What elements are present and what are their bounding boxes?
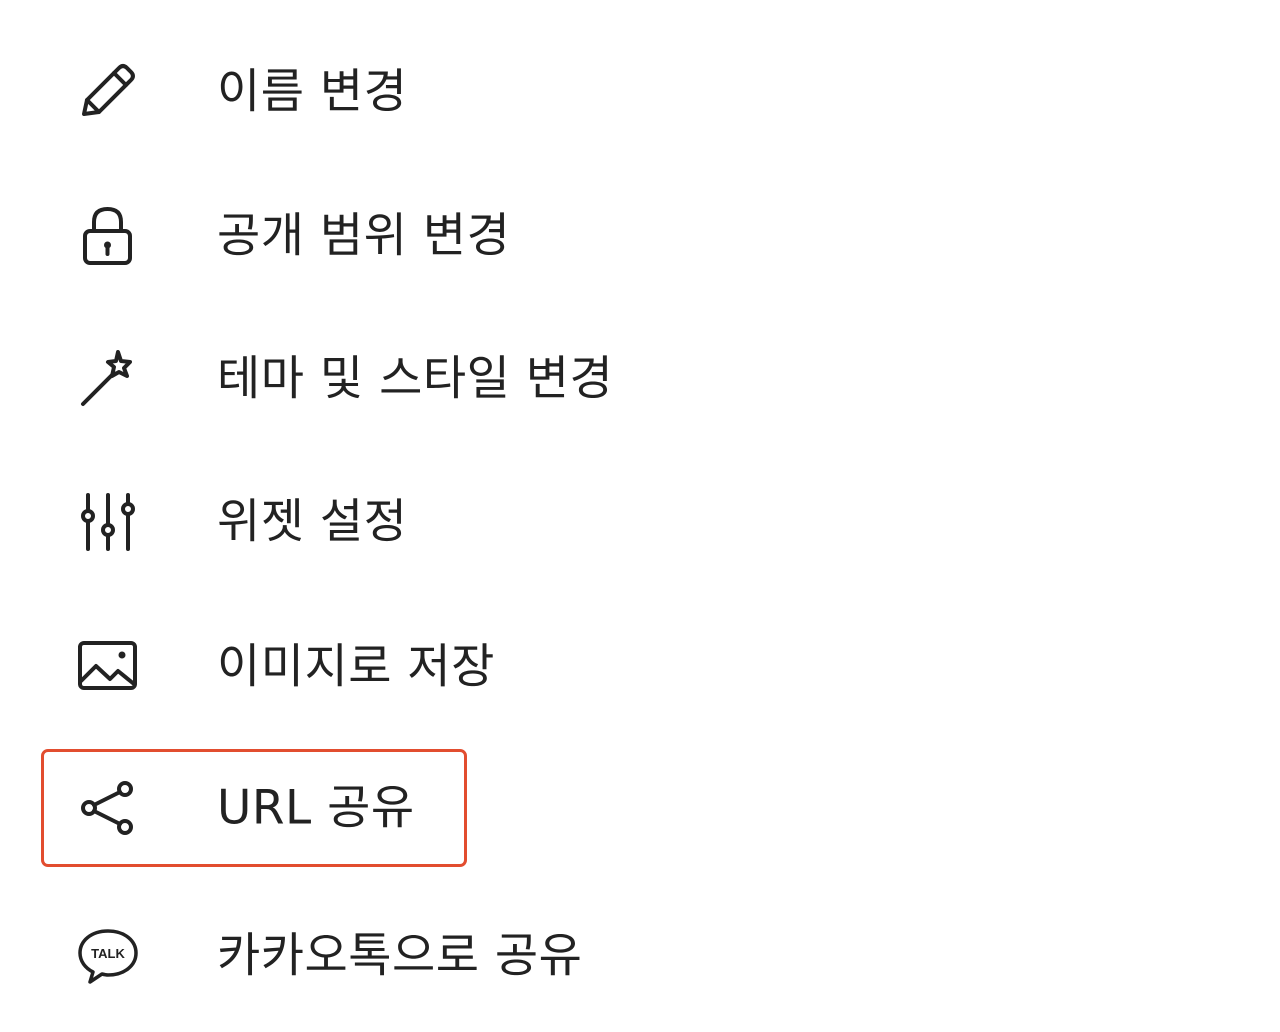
menu-item-rename[interactable]: 이름 변경 bbox=[0, 42, 1280, 142]
kakaotalk-icon: TALK bbox=[74, 925, 142, 987]
svg-text:TALK: TALK bbox=[91, 946, 125, 961]
menu-item-label: 이미지로 저장 bbox=[217, 639, 495, 695]
menu-item-share-url[interactable]: URL 공유 bbox=[0, 758, 1280, 858]
menu-item-label: 공개 범위 변경 bbox=[217, 208, 511, 264]
share-icon bbox=[74, 777, 142, 839]
menu-item-label: 위젯 설정 bbox=[217, 494, 408, 550]
menu-item-share-kakaotalk[interactable]: TALK 카카오톡으로 공유 bbox=[0, 906, 1280, 1006]
sliders-icon bbox=[74, 491, 142, 553]
menu-item-label: URL 공유 bbox=[217, 780, 415, 836]
pencil-icon bbox=[74, 61, 142, 123]
image-icon bbox=[74, 636, 142, 698]
menu-item-label: 이름 변경 bbox=[217, 64, 408, 120]
menu-item-label: 카카오톡으로 공유 bbox=[217, 928, 583, 984]
menu-item-save-as-image[interactable]: 이미지로 저장 bbox=[0, 617, 1280, 717]
lock-icon bbox=[74, 205, 142, 267]
menu-item-label: 테마 및 스타일 변경 bbox=[217, 351, 614, 407]
context-menu: 이름 변경 공개 범위 변경 테마 및 스타일 변경 위젯 설정 이미지로 저장… bbox=[0, 0, 1280, 1032]
menu-item-theme-style[interactable]: 테마 및 스타일 변경 bbox=[0, 329, 1280, 429]
menu-item-visibility[interactable]: 공개 범위 변경 bbox=[0, 186, 1280, 286]
magic-wand-icon bbox=[74, 348, 142, 410]
menu-item-widget-settings[interactable]: 위젯 설정 bbox=[0, 472, 1280, 572]
